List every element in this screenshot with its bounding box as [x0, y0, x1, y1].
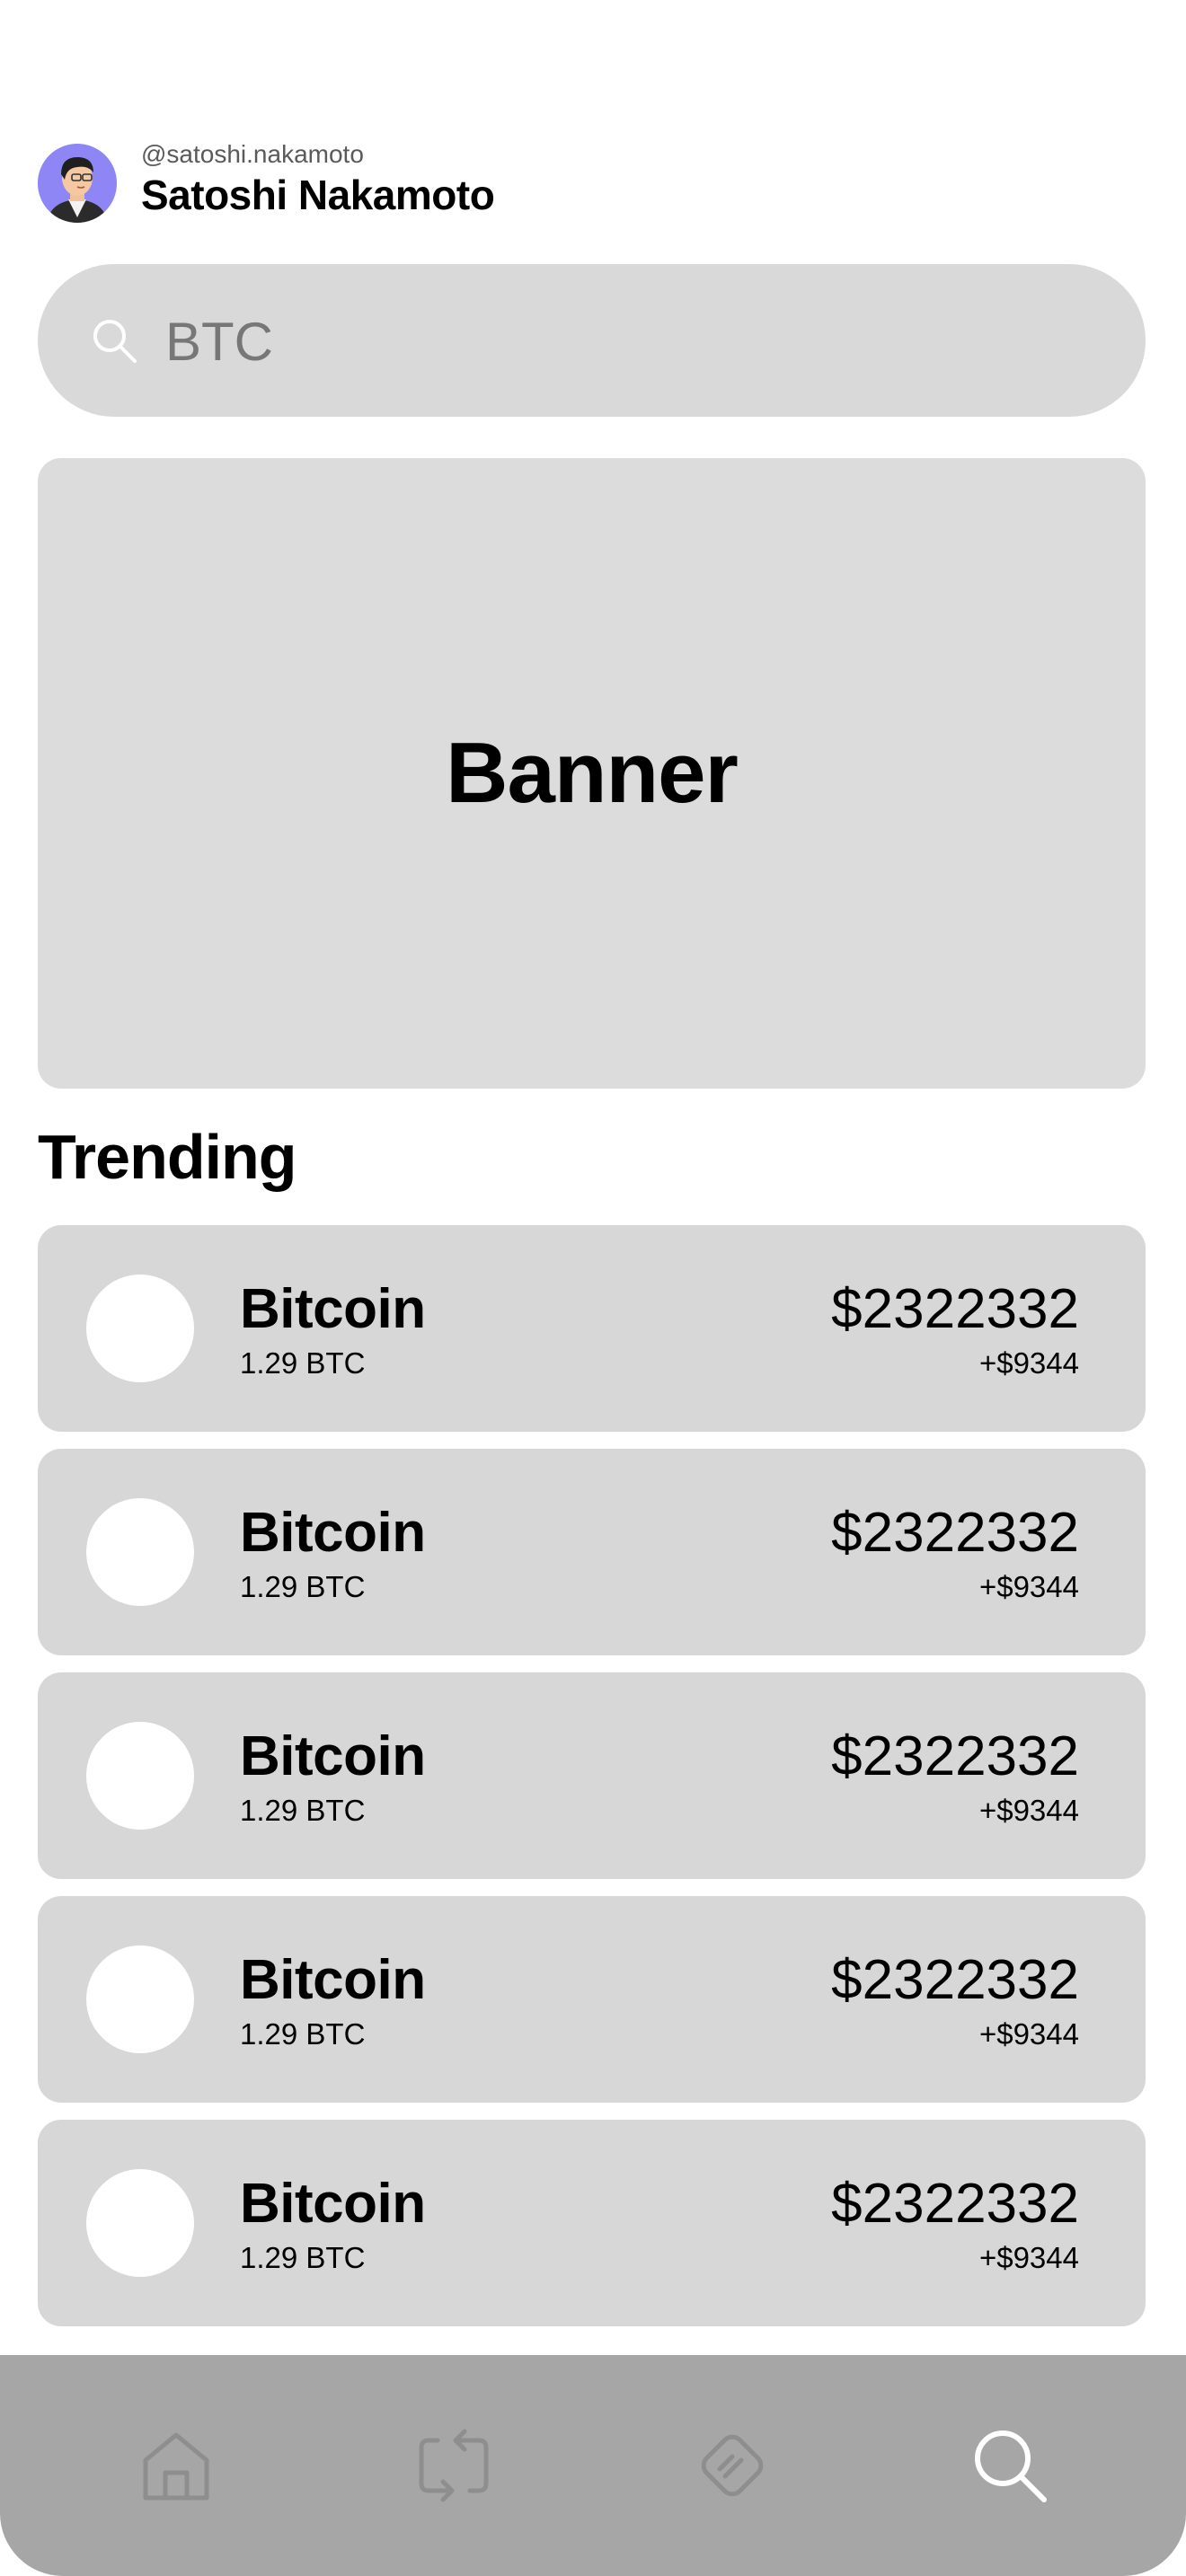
coin-name: Bitcoin: [240, 2173, 426, 2235]
banner-label: Banner: [446, 725, 739, 821]
coin-change: +$9344: [978, 2241, 1079, 2274]
coin-logo: [86, 1722, 194, 1830]
swap-icon: [419, 2429, 489, 2502]
coin-change: +$9344: [978, 1570, 1079, 1603]
coin-change: +$9344: [978, 2017, 1079, 2051]
coin-logo: [86, 1945, 194, 2053]
coin-name: Bitcoin: [240, 1502, 426, 1564]
search-icon: [975, 2430, 1047, 2502]
search-input[interactable]: [164, 300, 1066, 383]
coin-price: $2322332: [831, 1502, 1079, 1564]
home-icon: [143, 2432, 209, 2501]
coin-price: $2322332: [831, 2173, 1079, 2235]
nav-swap-button[interactable]: [411, 2422, 497, 2509]
coin-logo: [86, 1498, 194, 1606]
search-icon: [90, 316, 138, 365]
coin-amount: 1.29 BTC: [240, 2241, 366, 2274]
coin-change: +$9344: [978, 1794, 1079, 1827]
trending-title: Trending: [38, 1122, 297, 1192]
search-bar[interactable]: [38, 264, 1146, 417]
profile-handle: @satoshi.nakamoto: [141, 140, 364, 168]
trending-item[interactable]: Bitcoin 1.29 BTC $2322332 +$9344: [38, 1896, 1146, 2103]
coin-name: Bitcoin: [240, 1278, 426, 1340]
coin-amount: 1.29 BTC: [240, 2017, 366, 2051]
trending-item[interactable]: Bitcoin 1.29 BTC $2322332 +$9344: [38, 2120, 1146, 2326]
coin-amount: 1.29 BTC: [240, 1794, 366, 1827]
coin-name: Bitcoin: [240, 1725, 426, 1787]
coin-logo: [86, 1275, 194, 1382]
nav-home-button[interactable]: [133, 2422, 219, 2509]
trending-item[interactable]: Bitcoin 1.29 BTC $2322332 +$9344: [38, 1449, 1146, 1655]
coin-price: $2322332: [831, 1725, 1079, 1787]
banner[interactable]: Banner: [38, 458, 1146, 1089]
coin-price: $2322332: [831, 1949, 1079, 2011]
coin-change: +$9344: [978, 1346, 1079, 1380]
coin-amount: 1.29 BTC: [240, 1570, 366, 1603]
trending-item[interactable]: Bitcoin 1.29 BTC $2322332 +$9344: [38, 1225, 1146, 1432]
nav-search-button[interactable]: [967, 2422, 1053, 2509]
coin-price: $2322332: [831, 1278, 1079, 1340]
coin-amount: 1.29 BTC: [240, 1346, 366, 1380]
coin-name: Bitcoin: [240, 1949, 426, 2011]
avatar[interactable]: [38, 144, 117, 223]
ticket-icon: [701, 2434, 764, 2497]
bottom-nav: [0, 2355, 1186, 2576]
profile-name: Satoshi Nakamoto: [141, 172, 495, 218]
nav-ticket-button[interactable]: [689, 2422, 775, 2509]
trending-item[interactable]: Bitcoin 1.29 BTC $2322332 +$9344: [38, 1672, 1146, 1879]
avatar-illustration: [38, 144, 117, 223]
coin-logo: [86, 2169, 194, 2277]
